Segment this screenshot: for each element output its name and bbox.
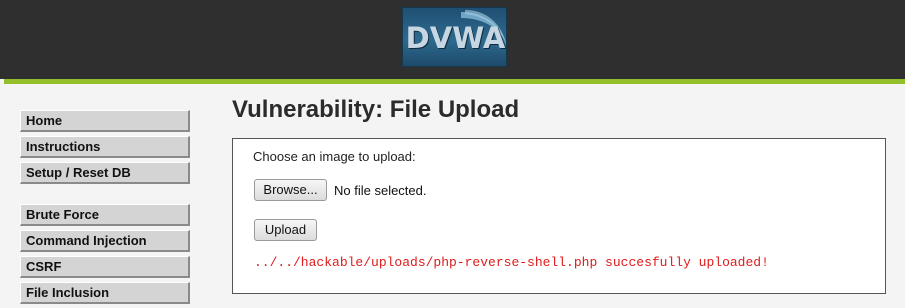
sidebar-item-brute-force[interactable]: Brute Force <box>20 204 190 226</box>
sidebar-item-setup-reset-db[interactable]: Setup / Reset DB <box>20 162 190 184</box>
upload-result-message: ../../hackable/uploads/php-reverse-shell… <box>254 255 769 270</box>
browse-button[interactable]: Browse... <box>254 179 327 201</box>
logo-text: DVWA <box>405 21 506 55</box>
dvwa-logo: DVWA <box>402 7 507 67</box>
sidebar-item-csrf[interactable]: CSRF <box>20 256 190 278</box>
sidebar-item-command-injection[interactable]: Command Injection <box>20 230 190 252</box>
page-title: Vulnerability: File Upload <box>232 96 520 123</box>
sidebar-item-file-inclusion[interactable]: File Inclusion <box>20 282 190 304</box>
menu-separator <box>20 188 190 204</box>
sidebar-item-instructions[interactable]: Instructions <box>20 136 190 158</box>
upload-button[interactable]: Upload <box>254 219 317 241</box>
sidebar-menu: Home Instructions Setup / Reset DB Brute… <box>20 110 190 308</box>
upload-form-panel: Choose an image to upload: Browse... No … <box>232 138 886 294</box>
sidebar-item-home[interactable]: Home <box>20 110 190 132</box>
file-selection-status: No file selected. <box>334 183 427 198</box>
upload-prompt-label: Choose an image to upload: <box>253 149 416 164</box>
